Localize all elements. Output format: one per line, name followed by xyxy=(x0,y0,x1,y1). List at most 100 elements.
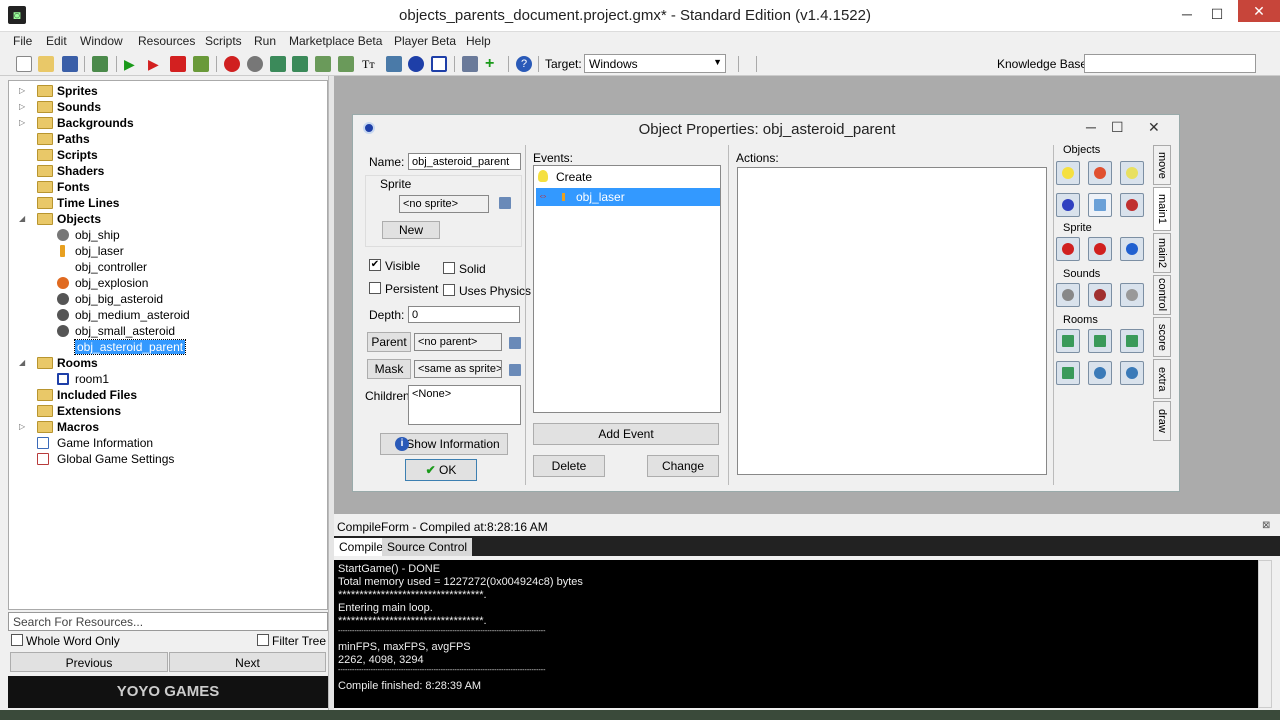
action-play-sound[interactable] xyxy=(1056,283,1080,307)
shader-icon[interactable] xyxy=(338,56,354,72)
search-resources-input[interactable]: Search For Resources... xyxy=(8,612,328,631)
name-field[interactable]: obj_asteroid_parent xyxy=(408,153,521,170)
add-extension-icon[interactable]: + xyxy=(485,56,501,72)
object-icon[interactable] xyxy=(408,56,424,72)
tab-main1[interactable]: main1 xyxy=(1153,187,1171,231)
parent-select[interactable]: <no parent> xyxy=(414,333,502,351)
action-create-random[interactable] xyxy=(1120,161,1144,185)
action-check-next[interactable] xyxy=(1120,361,1144,385)
action-create-instance[interactable] xyxy=(1056,161,1080,185)
obj-minimize-button[interactable]: ─ xyxy=(1086,119,1096,135)
target-select[interactable]: Windows ▼ xyxy=(584,54,726,73)
obj-close-button[interactable]: ✕ xyxy=(1148,119,1160,136)
create-exe-icon[interactable] xyxy=(92,56,108,72)
children-list[interactable]: <None> xyxy=(408,385,521,425)
tab-compile[interactable]: Compile xyxy=(334,538,389,556)
action-next-room[interactable] xyxy=(1088,329,1112,353)
menu-resources[interactable]: Resources xyxy=(138,34,195,48)
menu-file[interactable]: File xyxy=(13,34,32,48)
parent-menu-icon[interactable] xyxy=(509,337,521,349)
output-scrollbar[interactable] xyxy=(1258,560,1272,708)
menu-scripts[interactable]: Scripts xyxy=(205,34,242,48)
script-icon[interactable] xyxy=(315,56,331,72)
debug-icon[interactable]: ▶ xyxy=(148,56,164,72)
action-different-room[interactable] xyxy=(1056,361,1080,385)
tab-score[interactable]: score xyxy=(1153,317,1171,357)
menu-edit[interactable]: Edit xyxy=(46,34,67,48)
mask-select[interactable]: <same as sprite> xyxy=(414,360,502,378)
tab-draw[interactable]: draw xyxy=(1153,401,1171,441)
previous-button[interactable]: Previous xyxy=(10,652,168,672)
settings-icon[interactable] xyxy=(462,56,478,72)
timeline-icon[interactable] xyxy=(386,56,402,72)
tab-move[interactable]: move xyxy=(1153,145,1171,185)
ok-button[interactable]: ✔ OK xyxy=(405,459,477,481)
taskbar xyxy=(0,710,1280,720)
persistent-checkbox[interactable] xyxy=(369,282,381,294)
action-restart-room[interactable] xyxy=(1120,329,1144,353)
menu-player[interactable]: Player Beta xyxy=(394,34,456,48)
sound-icon[interactable] xyxy=(247,56,263,72)
tab-main2[interactable]: main2 xyxy=(1153,233,1171,273)
menu-marketplace[interactable]: Marketplace Beta xyxy=(289,34,382,48)
sprite-menu-icon[interactable] xyxy=(499,197,511,209)
actions-list[interactable] xyxy=(737,167,1047,475)
menu-help[interactable]: Help xyxy=(466,34,491,48)
action-previous-room[interactable] xyxy=(1056,329,1080,353)
font-icon[interactable]: Tт xyxy=(362,56,378,72)
new-project-icon[interactable] xyxy=(16,56,32,72)
close-button[interactable]: ✕ xyxy=(1238,0,1280,22)
change-event-button[interactable]: Change xyxy=(647,455,719,477)
clean-icon[interactable] xyxy=(193,56,209,72)
obj-maximize-button[interactable]: ☐ xyxy=(1111,119,1124,136)
menu-window[interactable]: Window xyxy=(80,34,123,48)
event-collision-obj-laser[interactable]: ⇔ obj_laser xyxy=(536,188,720,206)
whole-word-checkbox[interactable] xyxy=(11,634,23,646)
action-change-instance[interactable] xyxy=(1056,193,1080,217)
visible-checkbox[interactable]: ✔ xyxy=(369,259,381,271)
tab-control[interactable]: control xyxy=(1153,275,1171,315)
mask-menu-icon[interactable] xyxy=(509,364,521,376)
action-color-sprite[interactable] xyxy=(1120,237,1144,261)
tab-extra[interactable]: extra xyxy=(1153,359,1171,399)
action-transform-sprite[interactable] xyxy=(1088,237,1112,261)
stop-icon[interactable] xyxy=(170,56,186,72)
mask-button[interactable]: Mask xyxy=(367,359,411,379)
action-check-previous[interactable] xyxy=(1088,361,1112,385)
sprite-select[interactable]: <no sprite> xyxy=(399,195,489,213)
action-jump-position[interactable] xyxy=(1088,193,1112,217)
next-button[interactable]: Next xyxy=(169,652,326,672)
delete-event-button[interactable]: Delete xyxy=(533,455,605,477)
help-icon[interactable]: ? xyxy=(516,56,532,72)
ok-label: OK xyxy=(439,463,457,477)
uses-physics-checkbox[interactable] xyxy=(443,284,455,296)
show-information-button[interactable]: i Show Information xyxy=(380,433,508,455)
events-list[interactable]: Create ⇔ obj_laser xyxy=(533,165,721,413)
run-icon[interactable]: ▶ xyxy=(124,56,140,72)
tab-source-control[interactable]: Source Control xyxy=(382,538,473,556)
action-check-sound[interactable] xyxy=(1120,283,1144,307)
action-change-sprite[interactable] xyxy=(1056,237,1080,261)
open-project-icon[interactable] xyxy=(38,56,54,72)
menu-run[interactable]: Run xyxy=(254,34,276,48)
path-icon[interactable] xyxy=(292,56,308,72)
action-destroy-instance[interactable] xyxy=(1120,193,1144,217)
depth-field[interactable]: 0 xyxy=(408,306,520,323)
new-sprite-button[interactable]: New xyxy=(382,221,440,239)
room-icon[interactable] xyxy=(431,56,447,72)
close-panel-icon[interactable]: ⊠ xyxy=(1262,520,1270,531)
save-icon[interactable] xyxy=(62,56,78,72)
knowledge-base-input[interactable] xyxy=(1084,54,1256,73)
filter-tree-checkbox[interactable] xyxy=(257,634,269,646)
add-event-button[interactable]: Add Event xyxy=(533,423,719,445)
event-create[interactable]: Create xyxy=(536,168,720,186)
action-stop-sound[interactable] xyxy=(1088,283,1112,307)
background-icon[interactable] xyxy=(270,56,286,72)
action-create-moving[interactable] xyxy=(1088,161,1112,185)
folder-icon xyxy=(37,181,53,193)
solid-checkbox[interactable] xyxy=(443,262,455,274)
sprite-icon[interactable] xyxy=(224,56,240,72)
maximize-button[interactable]: ☐ xyxy=(1200,0,1234,30)
parent-button[interactable]: Parent xyxy=(367,332,411,352)
minimize-button[interactable]: ─ xyxy=(1170,0,1204,30)
